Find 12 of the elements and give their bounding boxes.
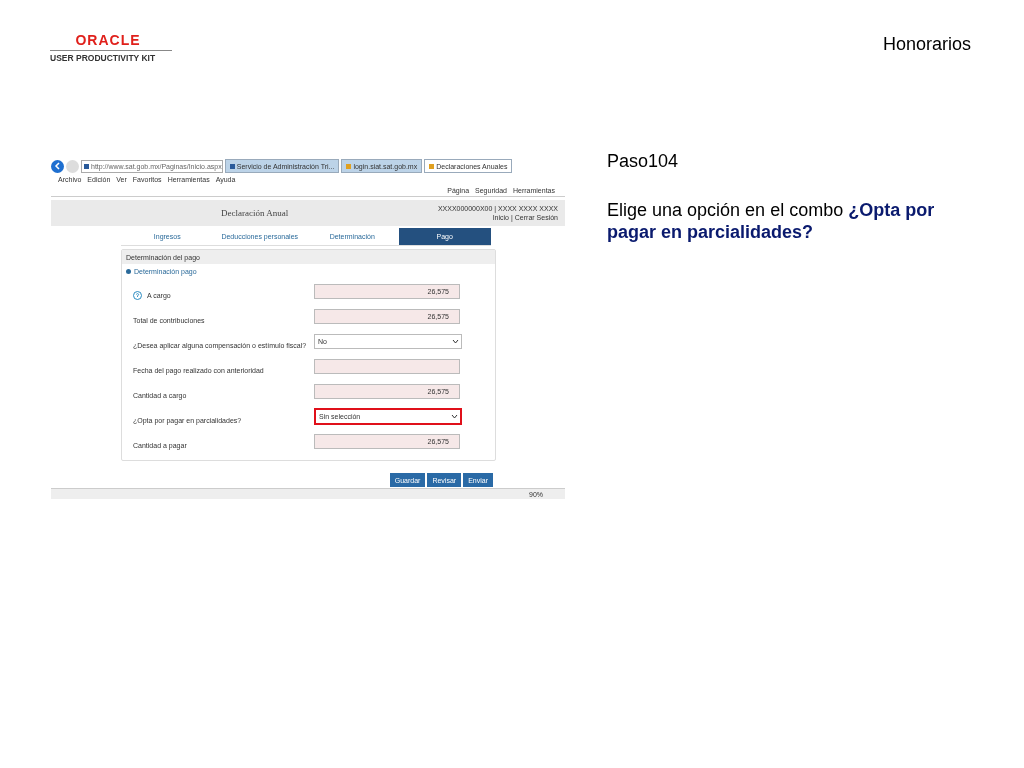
logo-brand: ORACLE (75, 32, 141, 48)
chevron-down-icon (451, 413, 458, 420)
help-icon[interactable] (133, 291, 142, 300)
chevron-down-icon (452, 338, 459, 345)
slide-title: Honorarios (882, 34, 971, 55)
input-field[interactable] (314, 359, 460, 374)
logo-product: USER PRODUCTIVITY KIT (50, 53, 156, 63)
back-icon[interactable] (51, 159, 64, 173)
page-title: Declaración Anual (221, 208, 289, 218)
step-number: Paso104 (607, 151, 680, 172)
bullet-icon (126, 269, 131, 274)
instruction-text: Elige una opción en el combo ¿Opta por pagar en parcialidades? (607, 199, 936, 243)
